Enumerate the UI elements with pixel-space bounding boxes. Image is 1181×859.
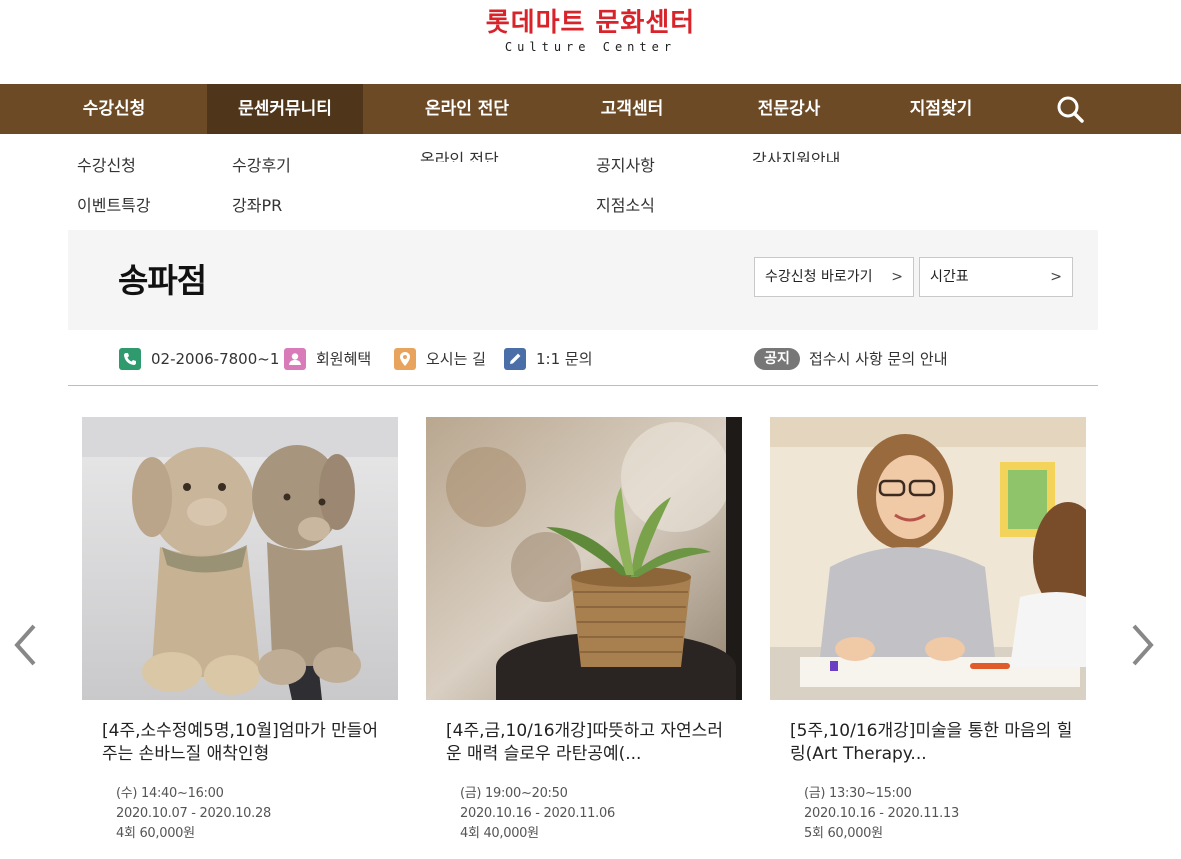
notice-badge: 공지 xyxy=(754,348,800,370)
pencil-icon xyxy=(504,348,526,370)
directions-link[interactable]: 오시는 길 xyxy=(394,348,486,370)
course-time: (수) 14:40~16:00 xyxy=(116,786,224,801)
logo-english: Culture Center xyxy=(504,40,677,54)
notice-link[interactable]: 접수시 사항 문의 안내 xyxy=(809,348,948,370)
carousel-prev-button[interactable] xyxy=(12,622,42,668)
search-icon xyxy=(1057,96,1084,123)
branch-name: 송파점 xyxy=(118,261,207,300)
course-title[interactable]: [4주,소수정예5명,10월]엄마가 만들어 주는 손바느질 애착인형 xyxy=(82,720,398,766)
submenu-course-review[interactable]: 수강후기 xyxy=(232,156,291,176)
submenu-instructor-apply[interactable]: 강사지원안내 xyxy=(752,150,840,162)
apply-shortcut-button[interactable]: 수강신청 바로가기 > xyxy=(754,257,914,297)
member-benefits-link[interactable]: 회원혜택 xyxy=(284,348,371,370)
apply-shortcut-label: 수강신청 바로가기 xyxy=(765,269,873,285)
nav-item-instructors[interactable]: 전문강사 xyxy=(727,84,851,134)
search-button[interactable] xyxy=(1050,92,1090,126)
logo-korean: 롯데마트 문화센터 xyxy=(485,8,696,38)
phone-number: 02-2006-7800~1 xyxy=(151,350,280,368)
chevron-right-icon: > xyxy=(891,269,903,285)
course-title[interactable]: [4주,금,10/16개강]따뜻하고 자연스러운 매력 슬로우 라탄공예(... xyxy=(426,720,742,766)
submenu-branch-news[interactable]: 지점소식 xyxy=(596,196,655,216)
course-card[interactable]: [4주,소수정예5명,10월]엄마가 만들어 주는 손바느질 애착인형 (수) … xyxy=(82,417,398,844)
art-therapy-photo[interactable] xyxy=(770,417,1086,700)
timetable-button[interactable]: 시간표 > xyxy=(919,257,1073,297)
course-time: (금) 13:30~15:00 xyxy=(804,786,912,801)
sub-menu: 수강신청 이벤트특강 수강후기 강좌PR 온라인 전단 공지사항 지점소식 강사… xyxy=(0,134,1181,230)
submenu-course-pr[interactable]: 강좌PR xyxy=(232,196,282,216)
submenu-online-flyer[interactable]: 온라인 전단 xyxy=(420,150,499,162)
course-card[interactable]: [4주,금,10/16개강]따뜻하고 자연스러운 매력 슬로우 라탄공예(...… xyxy=(426,417,742,844)
course-card[interactable]: [5주,10/16개강]미술을 통한 마음의 힐링(Art Therapy...… xyxy=(770,417,1086,844)
site-logo[interactable]: 롯데마트 문화센터 Culture Center xyxy=(0,6,1181,54)
nav-item-customer-center[interactable]: 고객센터 xyxy=(570,84,694,134)
nav-item-course-apply[interactable]: 수강신청 xyxy=(52,84,176,134)
submenu-notice[interactable]: 공지사항 xyxy=(596,156,655,176)
inquiry-link[interactable]: 1:1 문의 xyxy=(504,348,593,370)
course-time: (금) 19:00~20:50 xyxy=(460,786,568,801)
timetable-label: 시간표 xyxy=(930,269,969,285)
map-pin-icon xyxy=(394,348,416,370)
course-period: 2020.10.07 - 2020.10.28 xyxy=(116,806,271,821)
nav-item-find-branch[interactable]: 지점찾기 xyxy=(879,84,1003,134)
carousel-next-button[interactable] xyxy=(1126,622,1156,668)
branch-banner: 송파점 수강신청 바로가기 > 시간표 > xyxy=(68,230,1098,330)
nav-item-online-flyer[interactable]: 온라인 전단 xyxy=(400,84,534,134)
course-price: 5회 60,000원 xyxy=(804,826,883,841)
chevron-right-icon xyxy=(1132,624,1154,666)
course-period: 2020.10.16 - 2020.11.06 xyxy=(460,806,615,821)
course-period: 2020.10.16 - 2020.11.13 xyxy=(804,806,959,821)
submenu-course-apply[interactable]: 수강신청 xyxy=(77,156,136,176)
plush-dolls-photo[interactable] xyxy=(82,417,398,700)
chevron-left-icon xyxy=(14,624,36,666)
submenu-event-lecture[interactable]: 이벤트특강 xyxy=(77,196,151,216)
person-icon xyxy=(284,348,306,370)
nav-item-community[interactable]: 문센커뮤니티 xyxy=(207,84,363,134)
course-price: 4회 40,000원 xyxy=(460,826,539,841)
phone-link[interactable]: 02-2006-7800~1 xyxy=(119,348,279,370)
branch-info-bar: 02-2006-7800~1 회원혜택 오시는 길 1:1 문의 공지 접수시 … xyxy=(68,338,1098,386)
main-navigation: 수강신청 문센커뮤니티 온라인 전단 고객센터 전문강사 지점찾기 xyxy=(0,84,1181,134)
chevron-right-icon: > xyxy=(1050,269,1062,285)
course-price: 4회 60,000원 xyxy=(116,826,195,841)
course-title[interactable]: [5주,10/16개강]미술을 통한 마음의 힐링(Art Therapy... xyxy=(770,720,1086,766)
rattan-basket-plant-photo[interactable] xyxy=(426,417,742,700)
phone-icon xyxy=(119,348,141,370)
